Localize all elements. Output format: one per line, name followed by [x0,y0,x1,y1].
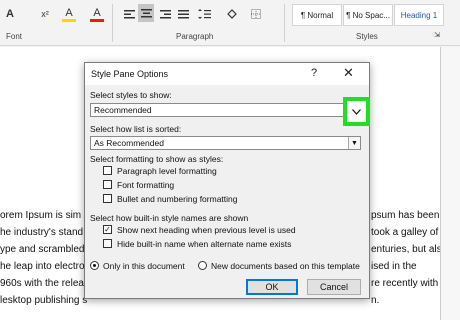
help-button[interactable]: ? [311,67,317,79]
hide-builtin-label: Hide built-in name when alternate name e… [117,239,292,249]
only-this-document-radio[interactable] [90,261,99,270]
align-right-icon[interactable] [158,6,172,22]
chevron-down-icon [352,108,361,115]
new-documents-radio[interactable] [198,261,207,270]
style-heading-1[interactable]: Heading 1 [394,4,444,26]
font-formatting-checkbox[interactable] [103,180,112,189]
bullet-numbering-checkbox[interactable] [103,194,112,203]
document-line: he industry's stand [0,227,84,238]
styles-to-show-label: Select styles to show: [90,90,172,100]
ribbon-separator [112,4,113,42]
borders-icon[interactable] [248,6,264,22]
sort-select[interactable]: As Recommended ▼ [90,136,361,150]
document-line-fragment: n. [371,295,380,306]
document-line: lesktop publishing s [0,295,88,306]
paragraph-group-label: Paragraph [176,32,214,41]
document-line: orem Ipsum is sim [0,210,82,221]
align-left-icon[interactable] [122,6,136,22]
builtin-names-label: Select how built-in style names are show… [90,213,249,223]
justify-icon[interactable] [176,6,190,22]
superscript-button[interactable]: x² [36,6,54,22]
align-center-icon[interactable] [138,4,154,22]
document-line-fragment: re recently with [371,278,439,289]
new-documents-label: New documents based on this template [211,261,360,271]
style-normal[interactable]: ¶ Normal [292,4,342,26]
font-color-button[interactable]: A [90,6,104,22]
cancel-button[interactable]: Cancel [307,279,361,295]
ribbon: A x² A A Font Paragraph ¶ Normal ¶ No Sp… [0,0,460,67]
document-line-fragment: enturies, but als [371,244,442,255]
close-icon[interactable]: ✕ [343,65,354,81]
paragraph-level-label: Paragraph level formatting [117,166,217,176]
show-next-heading-checkbox[interactable]: ✓ [103,225,112,234]
document-line-fragment: psum has been [371,210,440,221]
chevron-down-icon[interactable]: ▼ [348,137,360,149]
hide-builtin-checkbox[interactable] [103,239,112,248]
show-next-heading-label: Show next heading when previous level is… [117,225,296,235]
styles-group-label: Styles [356,32,378,41]
sort-select-value: As Recommended [94,138,164,148]
font-color-a-button[interactable]: A [4,6,16,22]
line-spacing-icon[interactable] [196,6,212,22]
formatting-label: Select formatting to show as styles: [90,154,224,164]
style-pane-options-dialog: Style Pane Options ? ✕ Select styles to … [84,62,370,299]
paragraph-level-checkbox[interactable] [103,166,112,175]
document-line: he leap into electro [0,261,85,272]
styles-to-show-dropdown-button[interactable] [343,97,370,126]
bullet-numbering-label: Bullet and numbering formatting [117,194,238,204]
document-line-fragment: ised in the [371,261,417,272]
dialog-title: Style Pane Options [91,69,169,79]
font-group-label: Font [6,32,23,41]
text-highlight-button[interactable]: A [62,6,76,22]
sort-label: Select how list is sorted: [90,124,182,134]
shading-icon[interactable] [224,6,240,22]
only-this-document-label: Only in this document [103,261,185,271]
styles-pane-edge [440,47,460,320]
font-formatting-label: Font formatting [117,180,175,190]
styles-dialog-launcher-icon[interactable]: ⇲ [432,30,442,40]
document-line-fragment: took a galley of [371,227,439,238]
ok-button[interactable]: OK [246,279,298,295]
styles-to-show-select[interactable]: Recommended [90,103,344,117]
ribbon-separator [284,4,285,42]
document-line: 960s with the relea [0,278,84,289]
document-line: ype and scrambled [0,244,85,255]
style-no-spacing[interactable]: ¶ No Spac... [343,4,393,26]
